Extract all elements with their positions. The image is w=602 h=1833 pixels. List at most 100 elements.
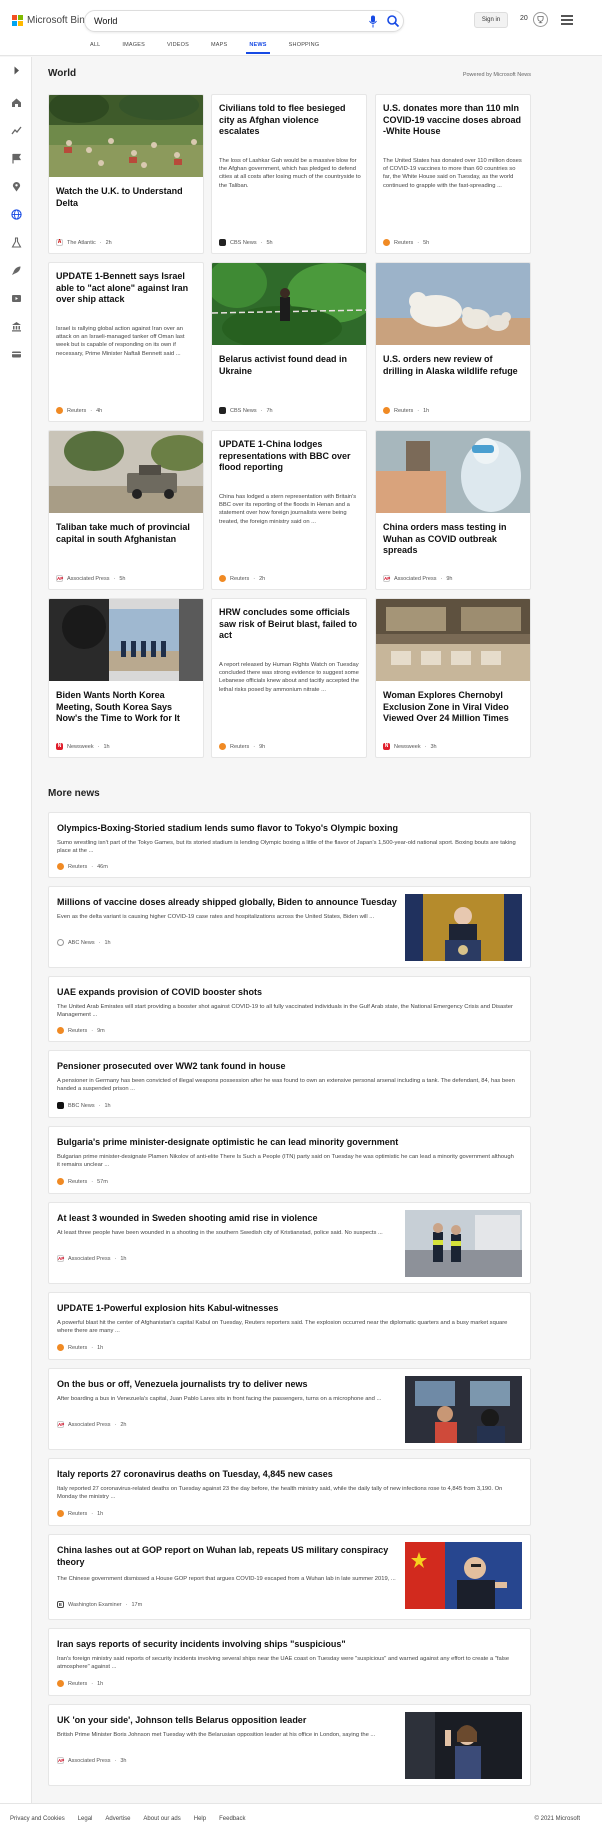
news-list-item[interactable]: Italy reports 27 coronavirus deaths on T… xyxy=(48,1458,531,1526)
item-title[interactable]: Olympics-Boxing-Storied stadium lends su… xyxy=(57,822,517,834)
card-icon[interactable] xyxy=(11,349,22,360)
item-title[interactable]: Bulgaria's prime minister-designate opti… xyxy=(57,1136,517,1148)
news-list-item[interactable]: UK 'on your side', Johnson tells Belarus… xyxy=(48,1704,531,1786)
news-card[interactable]: China orders mass testing in Wuhan as CO… xyxy=(375,430,531,590)
globe-icon[interactable] xyxy=(11,209,22,220)
card-source[interactable]: AP Associated Press · 9h xyxy=(383,575,452,582)
item-title[interactable]: China lashes out at GOP report on Wuhan … xyxy=(57,1544,397,1568)
news-list-item[interactable]: UPDATE 1-Powerful explosion hits Kabul-w… xyxy=(48,1292,531,1360)
item-source[interactable]: Reuters · 46m xyxy=(57,863,108,870)
item-title[interactable]: UPDATE 1-Powerful explosion hits Kabul-w… xyxy=(57,1302,517,1314)
item-title[interactable]: Iran says reports of security incidents … xyxy=(57,1638,517,1650)
item-title[interactable]: Italy reports 27 coronavirus deaths on T… xyxy=(57,1468,517,1480)
news-card[interactable]: UPDATE 1-China lodges representations wi… xyxy=(211,430,367,590)
bank-icon[interactable] xyxy=(11,321,22,332)
item-source[interactable]: AP Associated Press · 3h xyxy=(57,1757,126,1764)
item-source[interactable]: Reuters · 1h xyxy=(57,1680,103,1687)
card-source[interactable]: A The Atlantic · 2h xyxy=(56,239,112,246)
news-card[interactable]: Taliban take much of provincial capital … xyxy=(48,430,204,590)
search-input[interactable]: World xyxy=(94,16,117,26)
item-source[interactable]: ABC News · 1h xyxy=(57,939,111,946)
trending-icon[interactable] xyxy=(11,125,22,136)
rewards-trophy-icon[interactable] xyxy=(533,12,548,27)
footer-link-legal[interactable]: Legal xyxy=(78,1816,93,1822)
card-source[interactable]: N Newsweek · 1h xyxy=(56,743,110,750)
item-title[interactable]: At least 3 wounded in Sweden shooting am… xyxy=(57,1212,397,1224)
card-title[interactable]: Woman Explores Chernobyl Exclusion Zone … xyxy=(383,690,525,725)
tab-videos[interactable]: VIDEOS xyxy=(167,42,189,48)
item-title[interactable]: UK 'on your side', Johnson tells Belarus… xyxy=(57,1714,397,1726)
card-title[interactable]: Biden Wants North Korea Meeting, South K… xyxy=(56,690,198,725)
footer-link-about-ads[interactable]: About our ads xyxy=(143,1816,180,1822)
card-title[interactable]: Belarus activist found dead in Ukraine xyxy=(219,354,361,377)
footer-link-advertise[interactable]: Advertise xyxy=(105,1816,130,1822)
footer-link-help[interactable]: Help xyxy=(194,1816,206,1822)
tab-maps[interactable]: MAPS xyxy=(211,42,227,48)
news-card[interactable]: U.S. donates more than 110 mln COVID-19 … xyxy=(375,94,531,254)
item-source[interactable]: AP Associated Press · 1h xyxy=(57,1255,126,1262)
footer-link-feedback[interactable]: Feedback xyxy=(219,1816,245,1822)
search-icon[interactable] xyxy=(386,14,400,28)
item-source[interactable]: Reuters · 1h xyxy=(57,1510,103,1517)
card-source[interactable]: Reuters · 4h xyxy=(56,407,102,414)
news-list-item[interactable]: Olympics-Boxing-Storied stadium lends su… xyxy=(48,812,531,878)
tab-news[interactable]: NEWS xyxy=(246,42,271,54)
news-card[interactable]: Civilians told to flee besieged city as … xyxy=(211,94,367,254)
news-list-item[interactable]: Bulgaria's prime minister-designate opti… xyxy=(48,1126,531,1194)
card-title[interactable]: Watch the U.K. to Understand Delta xyxy=(56,186,198,209)
news-list-item[interactable]: UAE expands provision of COVID booster s… xyxy=(48,976,531,1042)
news-list-item[interactable]: Iran says reports of security incidents … xyxy=(48,1628,531,1696)
item-source[interactable]: AP Associated Press · 2h xyxy=(57,1421,126,1428)
entertainment-icon[interactable] xyxy=(11,293,22,304)
news-list-item[interactable]: China lashes out at GOP report on Wuhan … xyxy=(48,1534,531,1620)
card-title[interactable]: China orders mass testing in Wuhan as CO… xyxy=(383,522,525,557)
news-card[interactable]: UPDATE 1-Bennett says Israel able to "ac… xyxy=(48,262,204,422)
card-source[interactable]: Reuters · 9h xyxy=(219,743,265,750)
card-source[interactable]: Reuters · 2h xyxy=(219,575,265,582)
tab-all[interactable]: ALL xyxy=(90,42,100,48)
card-source[interactable]: Reuters · 1h xyxy=(383,407,429,414)
news-card[interactable]: Belarus activist found dead in Ukraine C… xyxy=(211,262,367,422)
news-list-item[interactable]: At least 3 wounded in Sweden shooting am… xyxy=(48,1202,531,1284)
card-title[interactable]: HRW concludes some officials saw risk of… xyxy=(219,607,361,642)
news-card[interactable]: U.S. orders new review of drilling in Al… xyxy=(375,262,531,422)
location-pin-icon[interactable] xyxy=(11,181,22,192)
tab-shopping[interactable]: SHOPPING xyxy=(289,42,320,48)
rewards-points[interactable]: 20 xyxy=(520,15,528,22)
item-title[interactable]: UAE expands provision of COVID booster s… xyxy=(57,986,517,998)
news-list-item[interactable]: Pensioner prosecuted over WW2 tank found… xyxy=(48,1050,531,1118)
card-title[interactable]: UPDATE 1-China lodges representations wi… xyxy=(219,439,361,474)
item-title[interactable]: Millions of vaccine doses already shippe… xyxy=(57,896,397,908)
item-source[interactable]: Reuters · 9m xyxy=(57,1027,105,1034)
tab-images[interactable]: IMAGES xyxy=(122,42,145,48)
search-box[interactable]: World xyxy=(84,10,404,32)
rocket-icon[interactable] xyxy=(11,265,22,276)
item-source[interactable]: Reuters · 1h xyxy=(57,1344,103,1351)
menu-icon[interactable] xyxy=(561,15,573,25)
item-title[interactable]: On the bus or off, Venezuela journalists… xyxy=(57,1378,397,1390)
card-source[interactable]: N Newsweek · 3h xyxy=(383,743,437,750)
sign-in-button[interactable]: Sign in xyxy=(474,12,508,28)
card-title[interactable]: Civilians told to flee besieged city as … xyxy=(219,103,361,138)
card-title[interactable]: U.S. donates more than 110 mln COVID-19 … xyxy=(383,103,525,138)
item-source[interactable]: E Washington Examiner · 17m xyxy=(57,1601,142,1608)
bing-logo[interactable]: Microsoft Bing xyxy=(12,15,90,26)
news-card[interactable]: Woman Explores Chernobyl Exclusion Zone … xyxy=(375,598,531,758)
card-source[interactable]: CBS News · 7h xyxy=(219,407,273,414)
card-source[interactable]: CBS News · 5h xyxy=(219,239,273,246)
science-icon[interactable] xyxy=(11,237,22,248)
news-list-item[interactable]: On the bus or off, Venezuela journalists… xyxy=(48,1368,531,1450)
home-icon[interactable] xyxy=(11,97,22,108)
news-card[interactable]: Biden Wants North Korea Meeting, South K… xyxy=(48,598,204,758)
news-list-item[interactable]: Millions of vaccine doses already shippe… xyxy=(48,886,531,968)
card-source[interactable]: Reuters · 5h xyxy=(383,239,429,246)
microphone-icon[interactable] xyxy=(368,15,378,28)
flag-icon[interactable] xyxy=(11,153,22,164)
card-title[interactable]: U.S. orders new review of drilling in Al… xyxy=(383,354,525,377)
expand-chevron-icon[interactable] xyxy=(11,65,22,76)
news-card[interactable]: Watch the U.K. to Understand Delta A The… xyxy=(48,94,204,254)
news-card[interactable]: HRW concludes some officials saw risk of… xyxy=(211,598,367,758)
item-source[interactable]: BBC News · 1h xyxy=(57,1102,111,1109)
card-title[interactable]: UPDATE 1-Bennett says Israel able to "ac… xyxy=(56,271,198,306)
item-source[interactable]: Reuters · 57m xyxy=(57,1178,108,1185)
